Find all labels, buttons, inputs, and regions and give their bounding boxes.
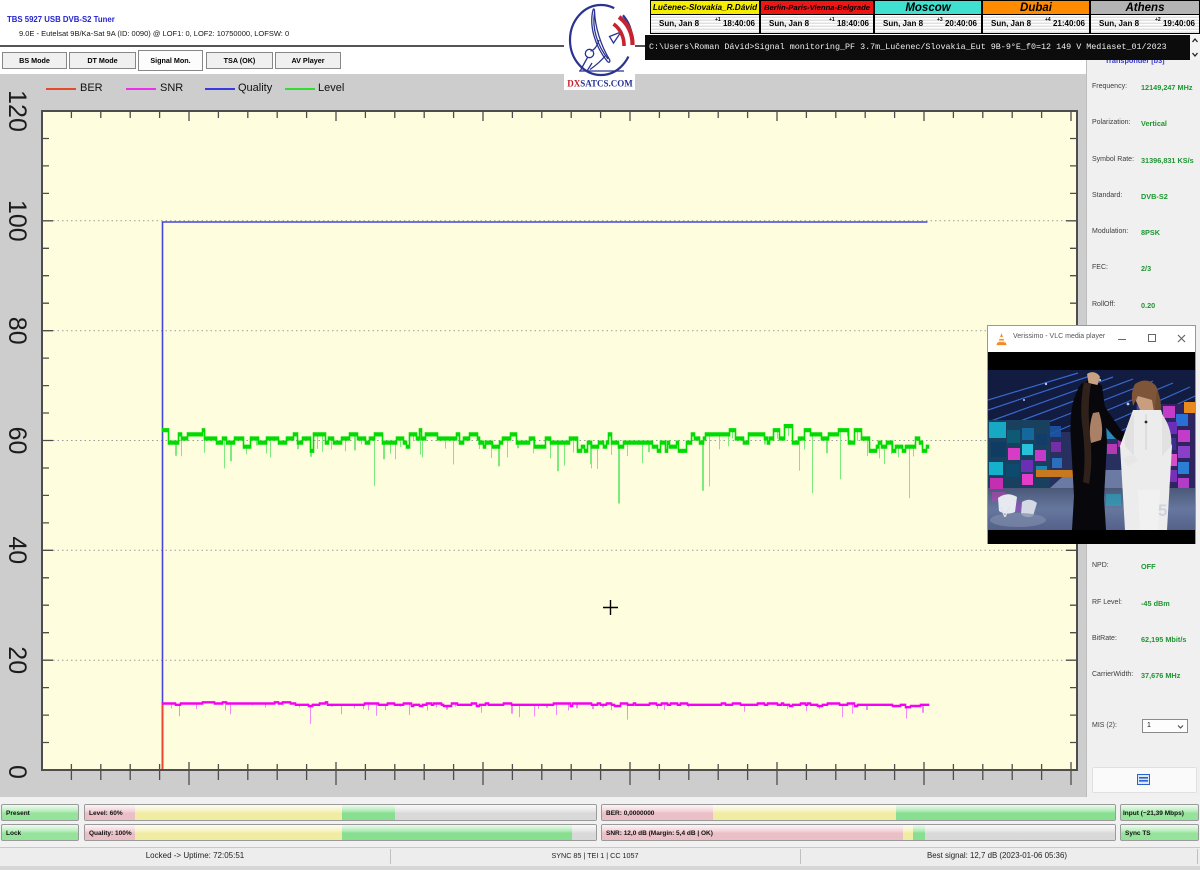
svg-text:DXSATCS.COM: DXSATCS.COM — [567, 79, 633, 89]
svg-text:5: 5 — [1158, 501, 1167, 520]
svg-text:120: 120 — [3, 90, 31, 132]
svg-text:V: V — [1000, 504, 1010, 521]
svg-text:40: 40 — [3, 536, 31, 564]
svg-text:0: 0 — [3, 765, 31, 779]
svg-text:20: 20 — [3, 646, 31, 674]
svg-text:100: 100 — [3, 200, 31, 242]
svg-text:80: 80 — [3, 317, 31, 345]
svg-text:60: 60 — [3, 427, 31, 455]
